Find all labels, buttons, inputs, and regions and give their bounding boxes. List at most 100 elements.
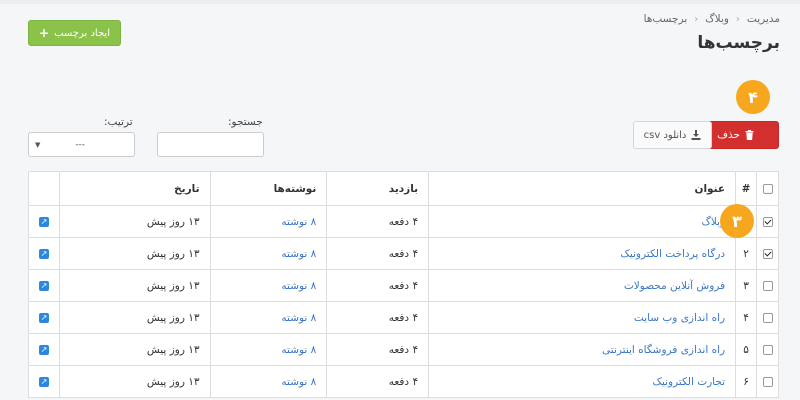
row-posts-link[interactable]: ۸ نوشته [281, 376, 316, 388]
delete-label: حذف [717, 129, 740, 141]
row-title-link[interactable]: راه اندازی وب سایت [634, 312, 725, 324]
row-posts-link[interactable]: ۸ نوشته [281, 280, 316, 292]
row-select-cell [756, 333, 779, 366]
row-number: ۳ [735, 269, 758, 302]
row-title-cell: وبلاگ [428, 205, 737, 238]
download-csv-label: دانلود csv [643, 129, 687, 141]
edit-icon[interactable]: ↗ [38, 312, 49, 323]
row-posts-link[interactable]: ۸ نوشته [281, 344, 316, 356]
row-visits: ۴ دفعه [326, 269, 430, 302]
row-select-cell [756, 237, 779, 270]
table-row: وبلاگ ۴ دفعه ۸ نوشته ۱۳ روز پیش ↗ [28, 205, 779, 238]
row-posts-cell: ۸ نوشته [209, 205, 328, 238]
row-edit-cell: ↗ [28, 205, 60, 238]
breadcrumb-admin[interactable]: مدیریت [747, 13, 780, 25]
header-visits[interactable]: بازدید [326, 171, 430, 206]
row-number: ۲ [735, 237, 758, 270]
row-posts-cell: ۸ نوشته [209, 269, 328, 302]
row-posts-link[interactable]: ۸ نوشته [281, 216, 316, 228]
row-visits: ۴ دفعه [326, 237, 430, 270]
tags-table: # عنوان بازدید نوشته‌ها تاریخ وبلاگ ۴ دفع… [28, 171, 779, 398]
header-actions [28, 171, 60, 206]
page-title: برچسب‌ها [697, 33, 780, 53]
row-title-cell: درگاه پرداخت الکترونیک [428, 237, 737, 270]
row-visits: ۴ دفعه [326, 365, 430, 398]
row-edit-cell: ↗ [28, 333, 60, 366]
download-csv-button[interactable]: دانلود csv [633, 121, 712, 149]
sort-label: ترتیب: [104, 116, 133, 128]
breadcrumb: مدیریت ‹ وبلاگ ‹ برچسب‌ها [644, 13, 780, 25]
table-row: ۲ درگاه پرداخت الکترونیک ۴ دفعه ۸ نوشته ۱۳ ر… [28, 237, 779, 270]
row-title-cell: تجارت الکترونیک [428, 365, 737, 398]
row-number: ۴ [735, 301, 758, 334]
row-date: ۱۳ روز پیش [58, 237, 211, 270]
edit-icon[interactable]: ↗ [38, 248, 49, 259]
breadcrumb-separator-icon: ‹ [735, 13, 740, 25]
row-title-link[interactable]: راه اندازی فروشگاه اینترنتی [602, 344, 725, 356]
row-posts-link[interactable]: ۸ نوشته [281, 312, 316, 324]
row-title-link[interactable]: فروش آنلاین محصولات [624, 280, 725, 292]
row-visits: ۴ دفعه [326, 205, 430, 238]
row-visits: ۴ دفعه [326, 301, 430, 334]
table-row: ۶ تجارت الکترونیک ۴ دفعه ۸ نوشته ۱۳ روز پیش ↗ [28, 365, 779, 398]
row-checkbox[interactable] [762, 216, 773, 227]
row-date: ۱۳ روز پیش [58, 365, 211, 398]
edit-icon[interactable]: ↗ [38, 280, 49, 291]
row-edit-cell: ↗ [28, 237, 60, 270]
caret-down-icon: ▼ [35, 140, 41, 149]
trash-icon [745, 130, 754, 140]
row-posts-cell: ۸ نوشته [209, 301, 328, 334]
row-edit-cell: ↗ [28, 301, 60, 334]
table-header-row: # عنوان بازدید نوشته‌ها تاریخ [28, 171, 779, 206]
row-posts-cell: ۸ نوشته [209, 333, 328, 366]
table-row: ۵ راه اندازی فروشگاه اینترنتی ۴ دفعه ۸ نوشت… [28, 333, 779, 366]
header-date[interactable]: تاریخ [58, 171, 211, 206]
table-row: ۴ راه اندازی وب سایت ۴ دفعه ۸ نوشته ۱۳ روز پ… [28, 301, 779, 334]
row-date: ۱۳ روز پیش [58, 269, 211, 302]
row-title-cell: راه اندازی فروشگاه اینترنتی [428, 333, 737, 366]
row-date: ۱۳ روز پیش [58, 205, 211, 238]
create-tag-label: ایجاد برچسب [54, 27, 110, 39]
create-tag-button[interactable]: + ایجاد برچسب [28, 20, 121, 46]
sort-select[interactable]: ▼ --- [28, 132, 135, 157]
plus-icon: + [39, 26, 50, 40]
sort-selected-value: --- [75, 139, 86, 150]
row-select-cell [756, 269, 779, 302]
row-date: ۱۳ روز پیش [58, 301, 211, 334]
breadcrumb-blog[interactable]: وبلاگ [705, 13, 729, 25]
row-checkbox[interactable] [762, 248, 773, 259]
row-posts-cell: ۸ نوشته [209, 365, 328, 398]
row-number: ۶ [735, 365, 758, 398]
select-all-checkbox[interactable] [762, 183, 773, 194]
row-posts-link[interactable]: ۸ نوشته [281, 248, 316, 260]
edit-icon[interactable]: ↗ [38, 216, 49, 227]
top-strip [0, 0, 800, 4]
header-posts[interactable]: نوشته‌ها [209, 171, 328, 206]
row-checkbox[interactable] [762, 312, 773, 323]
edit-icon[interactable]: ↗ [38, 376, 49, 387]
row-title-link[interactable]: تجارت الکترونیک [652, 376, 725, 388]
row-title-cell: فروش آنلاین محصولات [428, 269, 737, 302]
row-checkbox[interactable] [762, 280, 773, 291]
row-select-cell [756, 205, 779, 238]
breadcrumb-tags: برچسب‌ها [643, 13, 688, 25]
row-date: ۱۳ روز پیش [58, 333, 211, 366]
row-visits: ۴ دفعه [326, 333, 430, 366]
row-title-cell: راه اندازی وب سایت [428, 301, 737, 334]
header-title[interactable]: عنوان [428, 171, 737, 206]
header-num: # [735, 171, 758, 206]
row-edit-cell: ↗ [28, 269, 60, 302]
search-input[interactable] [157, 132, 264, 157]
download-icon [691, 130, 701, 140]
row-checkbox[interactable] [762, 376, 773, 387]
row-title-link[interactable]: درگاه پرداخت الکترونیک [620, 248, 725, 260]
row-edit-cell: ↗ [28, 365, 60, 398]
row-number: ۵ [735, 333, 758, 366]
row-posts-cell: ۸ نوشته [209, 237, 328, 270]
search-label: جستجو: [228, 116, 263, 128]
row-select-cell [756, 301, 779, 334]
step-badge-4: ۴ [736, 80, 770, 114]
select-all-cell [756, 171, 779, 206]
row-checkbox[interactable] [762, 344, 773, 355]
edit-icon[interactable]: ↗ [38, 344, 49, 355]
